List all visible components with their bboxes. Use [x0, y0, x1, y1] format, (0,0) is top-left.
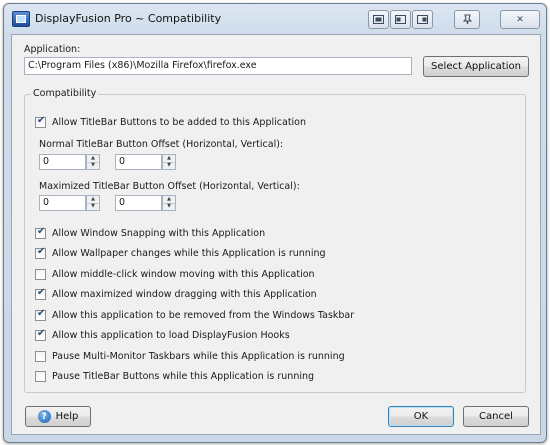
- help-icon: ?: [37, 410, 51, 423]
- window-title: DisplayFusion Pro ~ Compatibility: [35, 12, 222, 25]
- checkbox-label: Allow TitleBar Buttons to be added to th…: [52, 116, 307, 128]
- cancel-button[interactable]: Cancel: [463, 406, 529, 427]
- spin-down-icon[interactable]: ▼: [163, 163, 175, 170]
- application-path-field[interactable]: C:\Program Files (x86)\Mozilla Firefox\f…: [24, 57, 412, 75]
- spinner-arrows[interactable]: ▲ ▼: [86, 154, 100, 170]
- spin-down-icon[interactable]: ▼: [87, 163, 99, 170]
- window-layout-icon: [373, 15, 384, 24]
- spinner-value[interactable]: 0: [115, 195, 162, 211]
- checkbox-box[interactable]: [35, 287, 46, 300]
- allow-titlebar-buttons-checkbox[interactable]: Allow TitleBar Buttons to be added to th…: [35, 115, 306, 129]
- checkbox-box[interactable]: [35, 328, 46, 341]
- compatibility-groupbox: Compatibility Allow TitleBar Buttons to …: [24, 88, 526, 393]
- checkbox-label: Allow maximized window dragging with thi…: [52, 288, 317, 300]
- ok-button[interactable]: OK: [388, 406, 454, 427]
- titlebar-button-2[interactable]: [390, 10, 411, 29]
- maximized-offset-horizontal-spinner[interactable]: 0 ▲ ▼: [39, 195, 103, 211]
- checkbox-label: Allow this application to load DisplayFu…: [52, 329, 290, 341]
- checkbox-box[interactable]: [35, 350, 46, 362]
- spinner-arrows[interactable]: ▲ ▼: [162, 154, 176, 170]
- spinner-value[interactable]: 0: [39, 154, 86, 170]
- title-bar[interactable]: DisplayFusion Pro ~ Compatibility ✕: [4, 4, 546, 34]
- option-load-hooks[interactable]: Allow this application to load DisplayFu…: [35, 328, 290, 342]
- displayfusion-app-icon: [12, 11, 30, 27]
- option-wallpaper-changes[interactable]: Allow Wallpaper changes while this Appli…: [35, 246, 326, 260]
- spin-down-icon[interactable]: ▼: [163, 204, 175, 211]
- dialog-window: DisplayFusion Pro ~ Compatibility ✕ Appl…: [3, 3, 547, 443]
- checkbox-label: Allow Wallpaper changes while this Appli…: [52, 247, 326, 259]
- option-window-snapping[interactable]: Allow Window Snapping with this Applicat…: [35, 226, 265, 240]
- titlebar-pin-button[interactable]: [454, 10, 480, 29]
- checkbox-label: Pause Multi-Monitor Taskbars while this …: [52, 350, 345, 362]
- help-button[interactable]: ? Help: [25, 406, 91, 427]
- normal-offset-horizontal-spinner[interactable]: 0 ▲ ▼: [39, 154, 103, 170]
- titlebar-button-1[interactable]: [368, 10, 389, 29]
- checkbox-label: Allow this application to be removed fro…: [52, 309, 355, 321]
- pin-icon: [462, 14, 472, 25]
- help-button-label: Help: [55, 411, 79, 422]
- compatibility-group-label: Compatibility: [31, 88, 99, 99]
- normal-offset-vertical-spinner[interactable]: 0 ▲ ▼: [115, 154, 179, 170]
- span-monitors-icon: [417, 15, 428, 24]
- spinner-value[interactable]: 0: [39, 195, 86, 211]
- select-application-button[interactable]: Select Application: [423, 56, 529, 77]
- checkbox-box[interactable]: [35, 115, 46, 128]
- dialog-client-area: Application: C:\Program Files (x86)\Mozi…: [11, 34, 541, 435]
- move-to-monitor-icon: [395, 15, 406, 24]
- close-icon: ✕: [516, 14, 524, 25]
- option-pause-taskbars[interactable]: Pause Multi-Monitor Taskbars while this …: [35, 349, 345, 363]
- checkbox-box[interactable]: [35, 308, 46, 321]
- checkbox-box[interactable]: [35, 226, 46, 239]
- maximized-offset-label: Maximized TitleBar Button Offset (Horizo…: [39, 181, 300, 192]
- spin-down-icon[interactable]: ▼: [87, 204, 99, 211]
- close-button[interactable]: ✕: [500, 10, 540, 29]
- maximized-offset-vertical-spinner[interactable]: 0 ▲ ▼: [115, 195, 179, 211]
- checkbox-box[interactable]: [35, 370, 46, 382]
- checkbox-label: Pause TitleBar Buttons while this Applic…: [52, 370, 315, 382]
- titlebar-button-3[interactable]: [412, 10, 433, 29]
- spinner-value[interactable]: 0: [115, 154, 162, 170]
- option-middle-click-moving[interactable]: Allow middle-click window moving with th…: [35, 267, 315, 281]
- spinner-arrows[interactable]: ▲ ▼: [162, 195, 176, 211]
- application-label: Application:: [24, 44, 81, 55]
- checkbox-label: Allow Window Snapping with this Applicat…: [52, 227, 266, 239]
- option-pause-titlebar-buttons[interactable]: Pause TitleBar Buttons while this Applic…: [35, 369, 314, 383]
- option-maximized-dragging[interactable]: Allow maximized window dragging with thi…: [35, 287, 317, 301]
- normal-offset-label: Normal TitleBar Button Offset (Horizonta…: [39, 139, 284, 150]
- spinner-arrows[interactable]: ▲ ▼: [86, 195, 100, 211]
- checkbox-box[interactable]: [35, 268, 46, 280]
- option-remove-from-taskbar[interactable]: Allow this application to be removed fro…: [35, 308, 354, 322]
- checkbox-box[interactable]: [35, 246, 46, 259]
- checkbox-label: Allow middle-click window moving with th…: [52, 268, 315, 280]
